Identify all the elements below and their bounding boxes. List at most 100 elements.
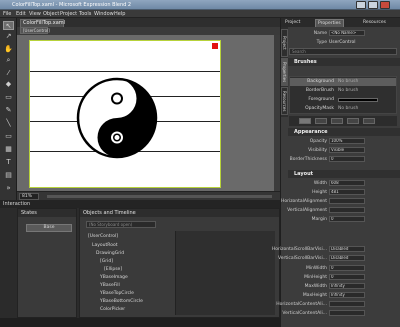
no-brush-icon[interactable] bbox=[299, 118, 311, 124]
tree-item[interactable]: YBaseImage bbox=[100, 274, 128, 281]
horizontal-scrollbar[interactable] bbox=[47, 195, 272, 198]
solid-brush-icon[interactable] bbox=[315, 118, 327, 124]
prop-value[interactable]: 0 bbox=[329, 156, 365, 162]
menu-project[interactable]: Project bbox=[60, 11, 77, 17]
timeline-area[interactable] bbox=[175, 231, 275, 315]
prop-value[interactable]: 0 bbox=[329, 265, 365, 271]
maximize-button[interactable] bbox=[368, 1, 378, 9]
rectangle-tool-icon[interactable]: ▭ bbox=[3, 132, 14, 141]
tree-item[interactable]: YBaseBottomCircle bbox=[100, 298, 143, 305]
pen-tool-icon[interactable]: ✎ bbox=[3, 106, 14, 115]
prop-value[interactable]: 100% bbox=[329, 138, 365, 144]
brush-resources-icon[interactable] bbox=[363, 118, 375, 124]
side-tab-resources[interactable]: Resources bbox=[281, 87, 288, 115]
name-label: Name bbox=[313, 31, 327, 36]
tree-item[interactable]: LayoutRoot bbox=[92, 242, 118, 249]
pan-tool-icon[interactable]: ✋ bbox=[3, 45, 14, 54]
document-tab[interactable]: ColorFillTop.xaml bbox=[20, 19, 65, 27]
prop-value[interactable]: 608 bbox=[329, 180, 365, 186]
prop-label: VerticalScrollBarVisi... bbox=[278, 256, 327, 261]
menu-file[interactable]: File bbox=[3, 11, 11, 17]
tree-item[interactable]: YBaseFill bbox=[100, 282, 120, 289]
tree-item[interactable]: DrawingGrid bbox=[96, 250, 124, 257]
brushes-section-header[interactable]: Brushes bbox=[288, 58, 400, 66]
prop-label: Visibility bbox=[308, 148, 327, 153]
tree-item[interactable]: [Ellipse] bbox=[104, 266, 122, 273]
breadcrumb: [UserControl] bbox=[17, 27, 280, 35]
menu-help[interactable]: Help bbox=[114, 11, 125, 17]
tree-item[interactable]: [UserControl] bbox=[88, 233, 118, 240]
brush-row-background[interactable]: Background No brush bbox=[290, 78, 396, 86]
color-picker-swatch[interactable] bbox=[212, 43, 218, 49]
prop-value[interactable] bbox=[329, 310, 365, 316]
prop-label: HorizontalAlignment bbox=[280, 199, 327, 204]
menu-edit[interactable]: Edit bbox=[16, 11, 26, 17]
brush-row-foreground[interactable]: Foreground bbox=[290, 96, 396, 104]
brush-transform-tool-icon[interactable]: ▭ bbox=[3, 93, 14, 102]
appearance-section-header[interactable]: Appearance bbox=[288, 128, 400, 136]
menu-tools[interactable]: Tools bbox=[79, 11, 91, 17]
prop-value[interactable]: Disabled bbox=[329, 255, 365, 261]
prop-label: VerticalContentAli... bbox=[282, 311, 327, 316]
prop-value[interactable] bbox=[329, 301, 365, 307]
tile-brush-icon[interactable] bbox=[347, 118, 359, 124]
brush-row-opacitymask[interactable]: OpacityMask No brush bbox=[290, 105, 396, 113]
zoom-level[interactable]: 81% bbox=[19, 193, 39, 200]
side-tab-project[interactable]: Project bbox=[281, 29, 288, 57]
tab-resources[interactable]: Resources bbox=[361, 19, 388, 27]
prop-value[interactable]: Disabled bbox=[329, 246, 365, 252]
menu-bar: File Edit View Object Project Tools Wind… bbox=[0, 10, 400, 18]
asset-library-icon[interactable]: » bbox=[3, 184, 14, 193]
layout-section-header[interactable]: Layout bbox=[288, 170, 400, 178]
breadcrumb-usercontrol[interactable]: [UserControl] bbox=[20, 27, 50, 34]
tab-properties[interactable]: Properties bbox=[315, 19, 344, 27]
prop-opacity: Opacity 100% bbox=[289, 138, 399, 145]
prop-value[interactable]: Infinity bbox=[329, 283, 365, 289]
control-tool-icon[interactable]: ▤ bbox=[3, 171, 14, 180]
prop-value[interactable]: Visible bbox=[329, 147, 365, 153]
name-field[interactable]: <No Name> bbox=[329, 30, 365, 36]
artboard[interactable] bbox=[29, 40, 221, 188]
minimize-button[interactable] bbox=[356, 1, 366, 9]
prop-value[interactable]: 0 bbox=[329, 216, 365, 222]
menu-object[interactable]: Object bbox=[43, 11, 59, 17]
artboard-area[interactable] bbox=[17, 35, 274, 191]
brush-row-borderbrush[interactable]: BorderBrush No brush bbox=[290, 87, 396, 95]
brush-label: BorderBrush bbox=[305, 88, 334, 93]
text-tool-icon[interactable]: T bbox=[3, 158, 14, 167]
paint-bucket-tool-icon[interactable]: ◆ bbox=[3, 80, 14, 89]
prop-height: Height 481 bbox=[289, 189, 399, 196]
brush-value: No brush bbox=[338, 88, 359, 93]
direct-selection-tool-icon[interactable]: ↗ bbox=[3, 32, 14, 41]
property-search-input[interactable]: Search bbox=[289, 48, 397, 55]
tree-item[interactable]: YBaseTopCircle bbox=[100, 290, 134, 297]
eyedropper-tool-icon[interactable]: ⁄ bbox=[3, 69, 14, 78]
selection-tool-icon[interactable]: ↖ bbox=[3, 21, 14, 30]
gradient-brush-icon[interactable] bbox=[331, 118, 343, 124]
horizontal-line bbox=[30, 71, 220, 72]
tree-item[interactable]: [Grid] bbox=[100, 258, 113, 265]
storyboard-selector[interactable]: (No Storyboard open) bbox=[86, 221, 156, 228]
prop-label: Height bbox=[312, 190, 327, 195]
prop-value[interactable] bbox=[329, 198, 365, 204]
prop-visibility: Visibility Visible bbox=[289, 147, 399, 154]
base-state[interactable]: Base bbox=[26, 224, 72, 232]
prop-value[interactable] bbox=[329, 207, 365, 213]
menu-view[interactable]: View bbox=[29, 11, 41, 17]
line-tool-icon[interactable]: ╲ bbox=[3, 119, 14, 128]
tree-item[interactable]: ColorPicker bbox=[100, 306, 125, 313]
prop-value[interactable]: Infinity bbox=[329, 292, 365, 298]
foreground-swatch bbox=[338, 98, 378, 102]
prop-value[interactable]: 0 bbox=[329, 274, 365, 280]
prop-value[interactable]: 481 bbox=[329, 189, 365, 195]
brush-type-tools bbox=[289, 116, 397, 126]
menu-window[interactable]: Window bbox=[94, 11, 114, 17]
close-button[interactable] bbox=[380, 1, 390, 9]
grid-tool-icon[interactable]: ▦ bbox=[3, 145, 14, 154]
tab-project[interactable]: Project bbox=[283, 19, 302, 27]
yin-yang-graphic[interactable] bbox=[76, 77, 158, 159]
zoom-tool-icon[interactable]: ⌕ bbox=[3, 56, 14, 65]
prop-label: HorizontalContentAli... bbox=[276, 302, 327, 307]
side-tab-properties[interactable]: Properties bbox=[281, 58, 288, 86]
states-title: States bbox=[18, 209, 76, 217]
